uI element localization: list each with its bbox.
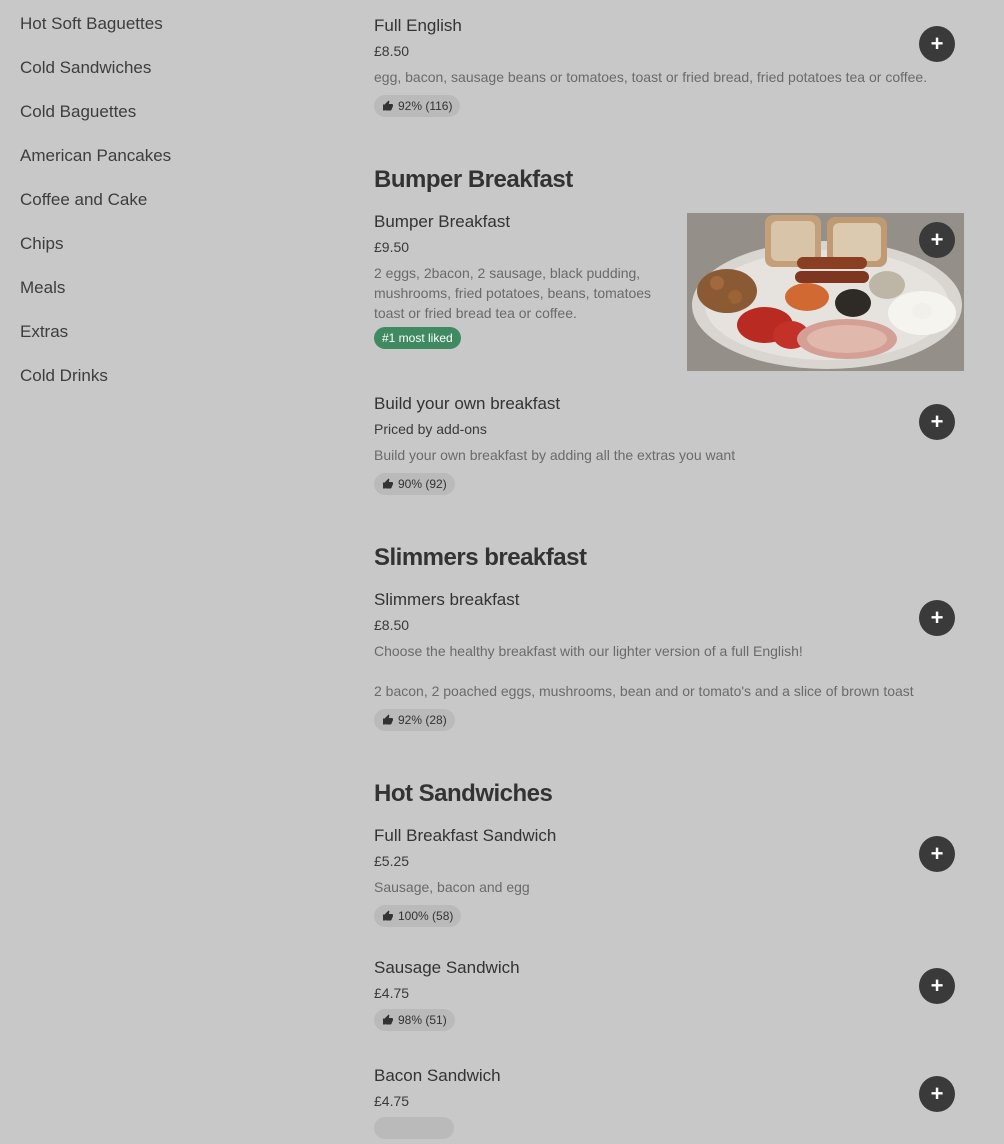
thumbs-up-icon bbox=[383, 1014, 393, 1025]
item-description: Choose the healthy breakfast with our li… bbox=[374, 643, 803, 659]
section-title-bumper-breakfast: Bumper Breakfast bbox=[374, 166, 573, 193]
menu-item-bacon-sandwich[interactable]: Bacon Sandwich £4.75 bbox=[374, 1064, 964, 1144]
most-liked-badge: #1 most liked bbox=[374, 327, 461, 349]
rating-badge: 100% (58) bbox=[374, 905, 462, 927]
rating-badge: 92% (116) bbox=[374, 95, 461, 117]
menu-item-sausage-sandwich[interactable]: Sausage Sandwich £4.75 98% (51) bbox=[374, 956, 964, 1031]
sidebar-item-cold-baguettes[interactable]: Cold Baguettes bbox=[20, 88, 320, 132]
item-description: Sausage, bacon and egg bbox=[374, 879, 530, 895]
rating-badge: 98% (51) bbox=[374, 1009, 455, 1031]
category-sidebar: Hot Soft Baguettes Cold Sandwiches Cold … bbox=[20, 0, 320, 396]
sidebar-item-cold-drinks[interactable]: Cold Drinks bbox=[20, 352, 320, 396]
sidebar-item-coffee-and-cake[interactable]: Coffee and Cake bbox=[20, 176, 320, 220]
add-button[interactable]: + bbox=[919, 404, 955, 440]
item-name: Sausage Sandwich bbox=[374, 958, 520, 977]
rating-badge bbox=[374, 1117, 454, 1139]
rating-text: 98% (51) bbox=[398, 1013, 447, 1027]
item-description: egg, bacon, sausage beans or tomatoes, t… bbox=[374, 69, 928, 85]
section-title-hot-sandwiches: Hot Sandwiches bbox=[374, 780, 553, 807]
menu-item-bumper-breakfast[interactable]: Bumper Breakfast £9.50 2 eggs, 2bacon, 2… bbox=[374, 210, 669, 349]
item-description: Build your own breakfast by adding all t… bbox=[374, 447, 736, 463]
thumbs-up-icon bbox=[383, 910, 393, 921]
rating-text: 90% (92) bbox=[398, 477, 447, 491]
item-price: £9.50 bbox=[374, 239, 410, 255]
menu-item-slimmers-breakfast[interactable]: Slimmers breakfast £8.50 Choose the heal… bbox=[374, 588, 964, 731]
add-button[interactable]: + bbox=[919, 26, 955, 62]
item-name: Full English bbox=[374, 16, 462, 35]
sidebar-item-cold-sandwiches[interactable]: Cold Sandwiches bbox=[20, 44, 320, 88]
rating-text: 100% (58) bbox=[398, 909, 454, 923]
thumbs-up-icon bbox=[383, 714, 393, 725]
thumbs-up-icon bbox=[383, 100, 393, 111]
add-button[interactable]: + bbox=[919, 836, 955, 872]
menu-item-full-breakfast-sandwich[interactable]: Full Breakfast Sandwich £5.25 Sausage, b… bbox=[374, 824, 964, 927]
section-title-slimmers-breakfast: Slimmers breakfast bbox=[374, 544, 587, 571]
sidebar-item-american-pancakes[interactable]: American Pancakes bbox=[20, 132, 320, 176]
item-price: Priced by add-ons bbox=[374, 421, 487, 437]
item-description: 2 eggs, 2bacon, 2 sausage, black pudding… bbox=[374, 265, 652, 321]
rating-text: 92% (116) bbox=[398, 99, 453, 113]
item-name: Build your own breakfast bbox=[374, 394, 561, 413]
item-price: £4.75 bbox=[374, 1093, 410, 1109]
badge-text: #1 most liked bbox=[382, 331, 453, 345]
item-price: £8.50 bbox=[374, 617, 410, 633]
item-price: £5.25 bbox=[374, 853, 410, 869]
item-name: Full Breakfast Sandwich bbox=[374, 826, 557, 845]
menu-item-build-your-own-breakfast[interactable]: Build your own breakfast Priced by add-o… bbox=[374, 392, 964, 495]
item-description-details: 2 bacon, 2 poached eggs, mushrooms, bean… bbox=[374, 683, 914, 699]
item-price: £4.75 bbox=[374, 985, 410, 1001]
sidebar-item-extras[interactable]: Extras bbox=[20, 308, 320, 352]
rating-badge: 90% (92) bbox=[374, 473, 455, 495]
add-button[interactable]: + bbox=[919, 600, 955, 636]
sidebar-item-chips[interactable]: Chips bbox=[20, 220, 320, 264]
item-price: £8.50 bbox=[374, 43, 410, 59]
menu-item-full-english[interactable]: Full English £8.50 egg, bacon, sausage b… bbox=[374, 14, 964, 117]
item-name: Bumper Breakfast bbox=[374, 212, 511, 231]
add-button[interactable]: + bbox=[919, 1076, 955, 1112]
sidebar-item-hot-soft-baguettes[interactable]: Hot Soft Baguettes bbox=[20, 0, 320, 44]
add-button[interactable]: + bbox=[919, 968, 955, 1004]
rating-badge: 92% (28) bbox=[374, 709, 455, 731]
sidebar-item-meals[interactable]: Meals bbox=[20, 264, 320, 308]
rating-text: 92% (28) bbox=[398, 713, 447, 727]
thumbs-up-icon bbox=[383, 478, 393, 489]
item-name: Slimmers breakfast bbox=[374, 590, 520, 609]
add-button[interactable]: + bbox=[919, 222, 955, 258]
item-name: Bacon Sandwich bbox=[374, 1066, 501, 1085]
